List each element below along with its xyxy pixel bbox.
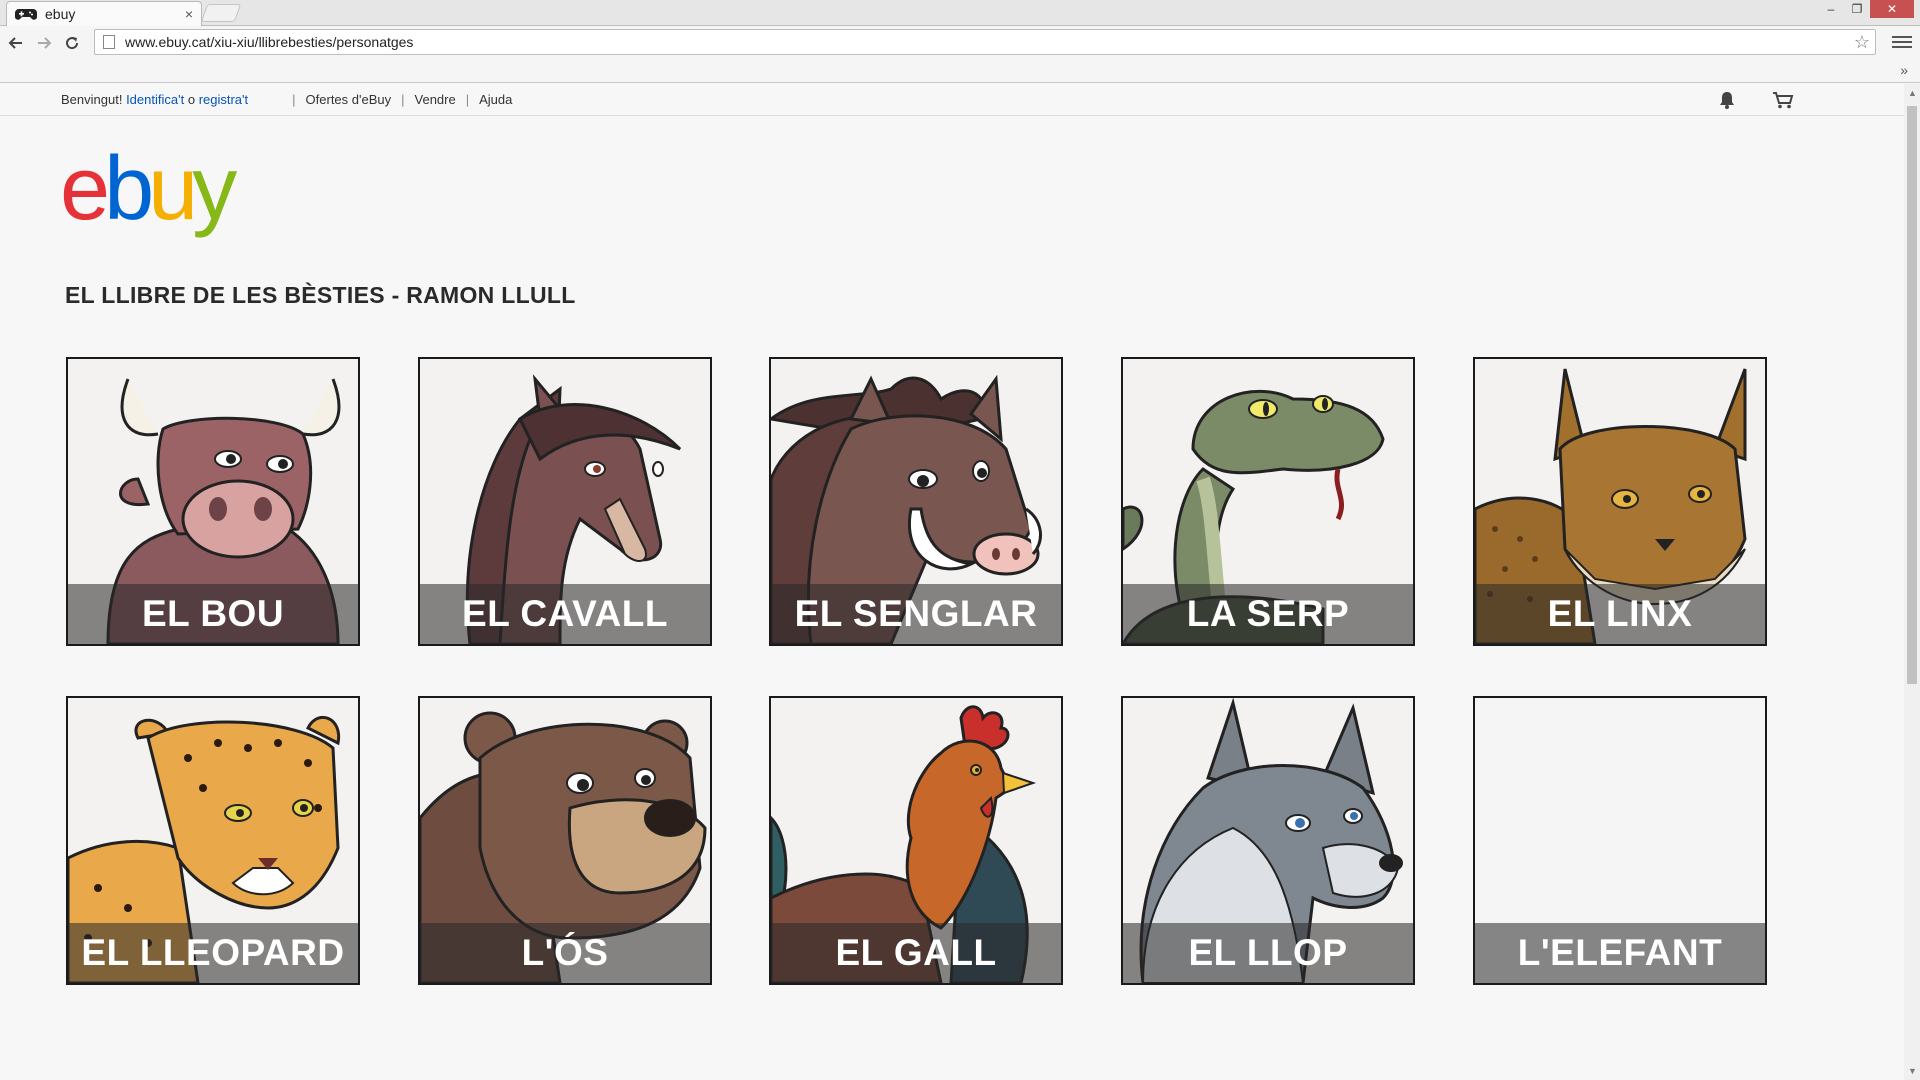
page-icon bbox=[103, 35, 115, 49]
forward-button[interactable] bbox=[32, 31, 56, 55]
page-scrollbar[interactable]: ▲ ▼ bbox=[1904, 84, 1920, 1080]
tab-close-icon[interactable]: × bbox=[185, 6, 193, 22]
forward-arrow-icon bbox=[38, 36, 52, 49]
character-name: EL BOU bbox=[68, 584, 358, 644]
back-arrow-icon bbox=[8, 36, 22, 49]
register-link[interactable]: registra't bbox=[199, 92, 248, 107]
welcome-text: Benvingut! bbox=[61, 92, 123, 107]
character-name: L'ÓS bbox=[420, 923, 710, 983]
character-card-horse[interactable]: EL CAVALL bbox=[418, 357, 712, 646]
reload-icon bbox=[66, 36, 79, 49]
character-card-leopard[interactable]: EL LLEOPARD bbox=[66, 696, 360, 985]
character-name: EL LLEOPARD bbox=[68, 923, 358, 983]
page-content: Benvingut! Identifica't o registra't | O… bbox=[0, 84, 1904, 1080]
offers-link[interactable]: Ofertes d'eBuy bbox=[306, 92, 392, 107]
character-name: L'ELEFANT bbox=[1475, 923, 1765, 983]
character-card-wolf[interactable]: EL LLOP bbox=[1121, 696, 1415, 985]
help-link[interactable]: Ajuda bbox=[479, 92, 512, 107]
site-topbar: Benvingut! Identifica't o registra't | O… bbox=[0, 84, 1904, 116]
signin-link[interactable]: Identifica't bbox=[126, 92, 184, 107]
character-name: EL CAVALL bbox=[420, 584, 710, 644]
scrollbar-thumb[interactable] bbox=[1907, 106, 1917, 684]
character-card-bear[interactable]: L'ÓS bbox=[418, 696, 712, 985]
cart-icon[interactable] bbox=[1772, 89, 1794, 111]
tab-title: ebuy bbox=[45, 6, 76, 22]
character-name: EL GALL bbox=[771, 923, 1061, 983]
character-name: EL LLOP bbox=[1123, 923, 1413, 983]
bookmarks-bar: » bbox=[0, 59, 1920, 83]
scroll-down-icon[interactable]: ▼ bbox=[1908, 1066, 1917, 1076]
minimize-button[interactable]: – bbox=[1818, 0, 1844, 18]
character-name: EL SENGLAR bbox=[771, 584, 1061, 644]
character-card-lynx[interactable]: EL LINX bbox=[1473, 357, 1767, 646]
scroll-up-icon[interactable]: ▲ bbox=[1908, 88, 1917, 98]
restore-button[interactable]: ❐ bbox=[1844, 0, 1870, 18]
character-card-boar[interactable]: EL SENGLAR bbox=[769, 357, 1063, 646]
close-window-button[interactable]: ✕ bbox=[1870, 0, 1914, 18]
new-tab-button[interactable] bbox=[200, 4, 242, 22]
back-button[interactable] bbox=[4, 31, 28, 55]
character-card-snake[interactable]: LA SERP bbox=[1121, 357, 1415, 646]
bookmark-star-icon[interactable]: ☆ bbox=[1849, 32, 1875, 53]
character-card-elephant[interactable]: L'ELEFANT bbox=[1473, 696, 1767, 985]
page-title: EL LLIBRE DE LES BÈSTIES - RAMON LLULL bbox=[65, 282, 576, 308]
address-bar[interactable]: www.ebuy.cat/xiu-xiu/llibrebesties/perso… bbox=[94, 29, 1876, 55]
sell-link[interactable]: Vendre bbox=[415, 92, 456, 107]
gamepad-icon bbox=[15, 9, 37, 20]
browser-tabstrip: ebuy × – ❐ ✕ bbox=[0, 0, 1920, 26]
url-text[interactable]: www.ebuy.cat/xiu-xiu/llibrebesties/perso… bbox=[125, 34, 1849, 50]
browser-tab[interactable]: ebuy × bbox=[6, 1, 202, 26]
character-card-rooster[interactable]: EL GALL bbox=[769, 696, 1063, 985]
ebuy-logo[interactable]: ebuy bbox=[60, 144, 237, 234]
character-card-bull[interactable]: EL BOU bbox=[66, 357, 360, 646]
window-controls: – ❐ ✕ bbox=[1818, 0, 1914, 18]
browser-toolbar: www.ebuy.cat/xiu-xiu/llibrebesties/perso… bbox=[0, 26, 1920, 59]
bell-icon[interactable] bbox=[1716, 89, 1738, 111]
bookmarks-overflow-icon[interactable]: » bbox=[1900, 62, 1908, 78]
character-name: LA SERP bbox=[1123, 584, 1413, 644]
reload-button[interactable] bbox=[60, 31, 84, 55]
or-text: o bbox=[187, 92, 196, 107]
browser-menu-icon[interactable] bbox=[1892, 32, 1912, 52]
character-name: EL LINX bbox=[1475, 584, 1765, 644]
